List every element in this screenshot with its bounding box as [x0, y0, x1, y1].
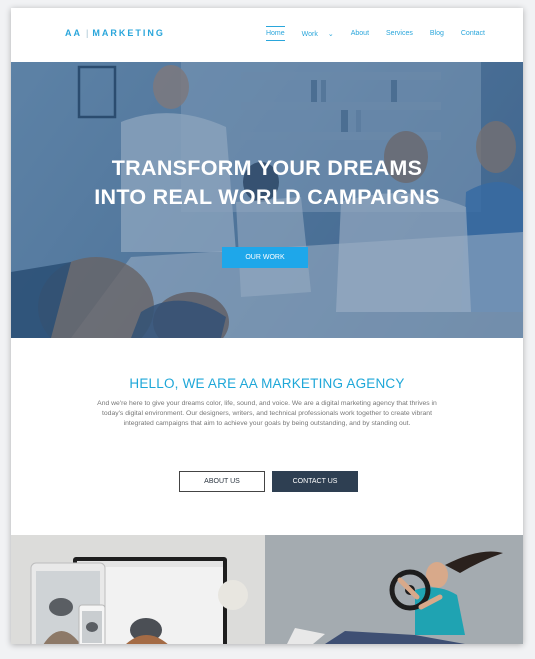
nav-item-services[interactable]: Services: [386, 30, 413, 38]
hero-banner: TRANSFORM YOUR DREAMS INTO REAL WORLD CA…: [11, 62, 523, 338]
intro-heading: HELLO, WE ARE AA MARKETING AGENCY: [129, 376, 405, 391]
intro-paragraph: And we're here to give your dreams color…: [97, 400, 437, 427]
about-us-button[interactable]: ABOUT US: [179, 471, 265, 492]
navbar: AA | MARKETING Home Work ⌄ About Services B…: [11, 8, 523, 62]
our-work-button[interactable]: OUR WORK: [222, 247, 308, 268]
nav-item-work[interactable]: Work ⌄: [302, 30, 334, 38]
logo-text-aa: AA: [65, 28, 82, 38]
portfolio-tile-driver[interactable]: [265, 535, 523, 644]
woman-steering-wheel-image: [265, 535, 523, 644]
website-page: AA | MARKETING Home Work ⌄ About Services B…: [11, 8, 523, 644]
hero-title: TRANSFORM YOUR DREAMS INTO REAL WORLD CA…: [11, 154, 523, 212]
nav-item-about[interactable]: About: [351, 30, 369, 38]
main-menu: Home Work ⌄ About Services Blog Contact: [249, 26, 485, 41]
logo-separator: |: [86, 28, 89, 38]
hero-title-line-1: TRANSFORM YOUR DREAMS: [111, 156, 423, 180]
chevron-down-icon[interactable]: ⌄: [328, 31, 334, 38]
contact-us-button[interactable]: CONTACT US: [272, 471, 358, 492]
devices-mockup-image: [11, 535, 265, 644]
logo[interactable]: AA | MARKETING: [65, 28, 165, 38]
nav-item-work-label: Work: [301, 31, 318, 38]
nav-item-contact[interactable]: Contact: [461, 30, 485, 38]
portfolio-tile-devices[interactable]: [11, 535, 265, 644]
logo-text-marketing: MARKETING: [92, 28, 165, 38]
hero-title-line-2: INTO REAL WORLD CAMPAIGNS: [94, 185, 440, 209]
nav-item-home[interactable]: Home: [265, 26, 285, 41]
nav-item-blog[interactable]: Blog: [430, 30, 444, 38]
